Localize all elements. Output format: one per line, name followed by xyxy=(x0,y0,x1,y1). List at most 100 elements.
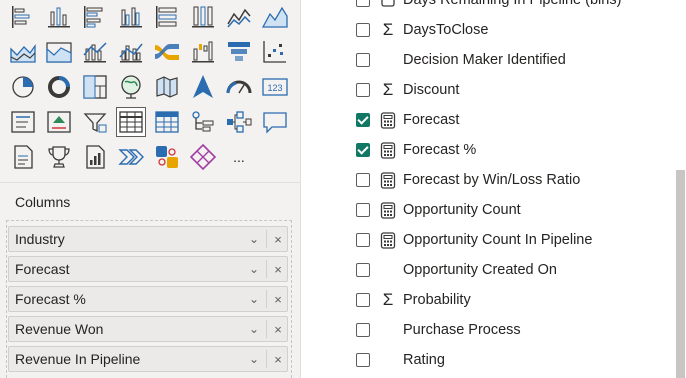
metrics-icon[interactable] xyxy=(80,142,110,172)
column-pill-label: Revenue In Pipeline xyxy=(15,351,141,367)
field-checkbox[interactable] xyxy=(356,173,370,187)
remove-icon[interactable]: × xyxy=(269,292,287,307)
field-row[interactable]: Decision Maker Identified xyxy=(301,45,681,75)
field-row[interactable]: Forecast % xyxy=(301,135,681,165)
field-label: DaysToClose xyxy=(403,22,489,38)
ribbon-chart-icon[interactable] xyxy=(152,37,182,67)
100-stacked-column-chart-icon[interactable] xyxy=(188,2,218,32)
chevron-down-icon[interactable]: ⌄ xyxy=(244,322,264,336)
field-checkbox[interactable] xyxy=(356,233,370,247)
column-pill-revenue-won[interactable]: Revenue Won ⌄ × xyxy=(8,316,288,342)
columns-well-title: Columns xyxy=(15,194,71,210)
pill-separator xyxy=(266,350,267,368)
field-row[interactable]: Σ DaysToClose xyxy=(301,15,681,45)
field-label: Rating xyxy=(403,352,445,368)
line-and-clustered-column-chart-icon[interactable] xyxy=(116,37,146,67)
field-label: Discount xyxy=(403,82,460,98)
trophy-icon[interactable] xyxy=(44,142,74,172)
clustered-bar-chart-icon[interactable] xyxy=(80,2,110,32)
decomposition-tree-icon[interactable] xyxy=(224,107,254,137)
area-chart-icon[interactable] xyxy=(260,2,290,32)
field-checkbox-checked[interactable] xyxy=(356,143,370,157)
field-checkbox[interactable] xyxy=(356,83,370,97)
field-checkbox[interactable] xyxy=(356,293,370,307)
pie-chart-icon[interactable] xyxy=(8,72,38,102)
field-row[interactable]: Forecast xyxy=(301,105,681,135)
more-visuals-icon[interactable]: ... xyxy=(224,142,254,172)
field-label: Forecast by Win/Loss Ratio xyxy=(403,172,581,188)
python-visual-icon[interactable] xyxy=(152,142,182,172)
field-checkbox[interactable] xyxy=(356,323,370,337)
qa-icon[interactable] xyxy=(260,107,290,137)
stacked-bar-chart-icon[interactable] xyxy=(8,2,38,32)
calculator-icon xyxy=(379,231,397,249)
column-pill-revenue-in-pipeline[interactable]: Revenue In Pipeline ⌄ × xyxy=(8,346,288,372)
chevron-down-icon[interactable]: ⌄ xyxy=(244,262,264,276)
paginated-report-icon[interactable] xyxy=(8,142,38,172)
clustered-column-chart-icon[interactable] xyxy=(116,2,146,32)
pane-divider xyxy=(0,182,300,183)
funnel-chart-icon[interactable] xyxy=(224,37,254,67)
column-pill-label: Forecast % xyxy=(15,291,86,307)
kpi-icon[interactable] xyxy=(44,107,74,137)
field-checkbox[interactable] xyxy=(356,353,370,367)
remove-icon[interactable]: × xyxy=(269,262,287,277)
field-row[interactable]: Opportunity Count xyxy=(301,195,681,225)
remove-icon[interactable]: × xyxy=(269,352,287,367)
card-icon[interactable]: 123 xyxy=(260,72,290,102)
field-row[interactable]: Forecast by Win/Loss Ratio xyxy=(301,165,681,195)
treemap-icon[interactable] xyxy=(80,72,110,102)
field-checkbox[interactable] xyxy=(356,53,370,67)
field-checkbox[interactable] xyxy=(356,203,370,217)
column-pill-forecast-percent[interactable]: Forecast % ⌄ × xyxy=(8,286,288,312)
scrollbar-thumb[interactable] xyxy=(676,170,685,378)
field-row[interactable]: Days Remaining In Pipeline (bins) xyxy=(301,0,681,15)
remove-icon[interactable]: × xyxy=(269,232,287,247)
sigma-icon: Σ xyxy=(382,290,394,309)
field-checkbox[interactable] xyxy=(356,263,370,277)
pill-separator xyxy=(266,260,267,278)
stacked-column-chart-icon[interactable] xyxy=(44,2,74,32)
multi-row-card-icon[interactable] xyxy=(8,107,38,137)
scrollbar-track[interactable] xyxy=(676,0,686,378)
sigma-icon: Σ xyxy=(382,80,394,99)
chevron-down-icon[interactable]: ⌄ xyxy=(244,352,264,366)
column-pill-industry[interactable]: Industry ⌄ × xyxy=(8,226,288,252)
key-influencers-icon[interactable] xyxy=(188,107,218,137)
power-automate-icon[interactable] xyxy=(116,142,146,172)
stacked-area-chart-icon[interactable] xyxy=(8,37,38,67)
field-label: Probability xyxy=(403,292,471,308)
100-stacked-bar-chart-icon[interactable] xyxy=(152,2,182,32)
field-row[interactable]: Purchase Process xyxy=(301,315,681,345)
filled-map-icon[interactable] xyxy=(152,72,182,102)
field-row[interactable]: Σ Probability xyxy=(301,285,681,315)
field-checkbox[interactable] xyxy=(356,0,370,7)
map-icon[interactable] xyxy=(116,72,146,102)
chevron-down-icon[interactable]: ⌄ xyxy=(244,232,264,246)
column-pill-forecast[interactable]: Forecast ⌄ × xyxy=(8,256,288,282)
azure-map-icon[interactable] xyxy=(188,72,218,102)
table-icon[interactable] xyxy=(116,107,146,137)
calculator-icon xyxy=(379,141,397,159)
waterfall-chart-icon[interactable] xyxy=(188,37,218,67)
line-chart-icon[interactable] xyxy=(224,2,254,32)
scatter-chart-icon[interactable] xyxy=(260,37,290,67)
field-label: Days Remaining In Pipeline (bins) xyxy=(403,0,622,8)
remove-icon[interactable]: × xyxy=(269,322,287,337)
gauge-icon[interactable] xyxy=(224,72,254,102)
power-apps-icon[interactable] xyxy=(188,142,218,172)
donut-chart-icon[interactable] xyxy=(44,72,74,102)
slicer-icon[interactable] xyxy=(80,107,110,137)
field-checkbox-checked[interactable] xyxy=(356,113,370,127)
visualizations-pane: 123 ... Columns Industry ⌄ × Forecast ⌄ … xyxy=(0,0,300,378)
matrix-icon[interactable] xyxy=(152,107,182,137)
chevron-down-icon[interactable]: ⌄ xyxy=(244,292,264,306)
field-row[interactable]: Opportunity Count In Pipeline xyxy=(301,225,681,255)
field-checkbox[interactable] xyxy=(356,23,370,37)
100-stacked-area-chart-icon[interactable] xyxy=(44,37,74,67)
line-and-stacked-column-chart-icon[interactable] xyxy=(80,37,110,67)
field-row[interactable]: Rating xyxy=(301,345,681,375)
pill-separator xyxy=(266,290,267,308)
field-row[interactable]: Opportunity Created On xyxy=(301,255,681,285)
field-row[interactable]: Σ Discount xyxy=(301,75,681,105)
